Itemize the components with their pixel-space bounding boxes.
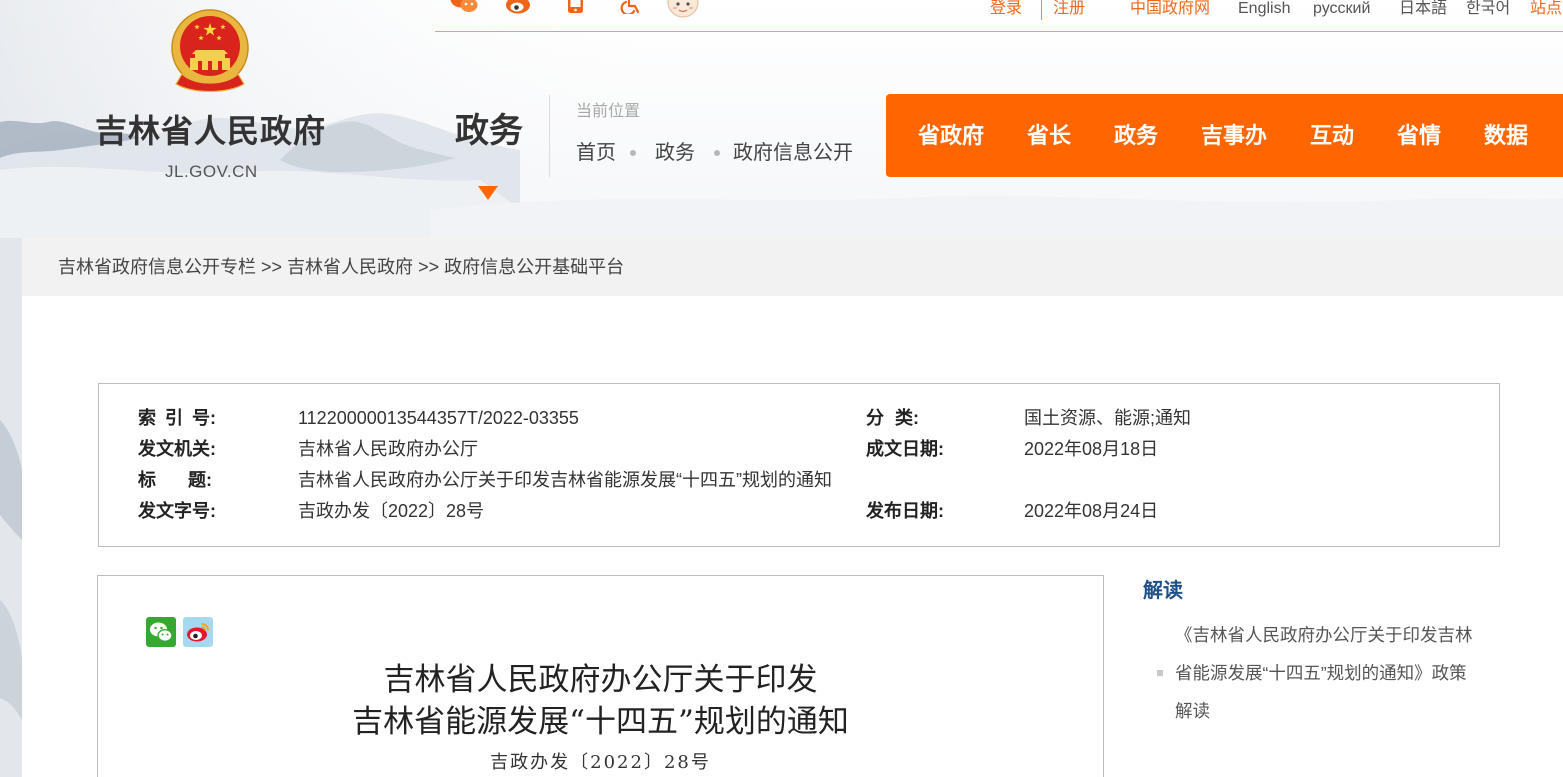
written-date-label: 成文日期: — [866, 439, 944, 459]
nav-item-province-info[interactable]: 省情 — [1397, 94, 1441, 177]
document-info-table: 索 引 号: 11220000013544357T/2022-03355 分 类… — [98, 383, 1500, 547]
nav-item-data[interactable]: 数据 — [1484, 94, 1528, 177]
location-label: 当前位置 — [576, 103, 641, 120]
article-document-number: 吉政办发〔2022〕28号 — [490, 752, 711, 773]
document-number-value: 吉政办发〔2022〕28号 — [298, 501, 485, 521]
language-russian-link[interactable]: русский — [1313, 0, 1370, 18]
nav-item-affairs[interactable]: 政务 — [1114, 94, 1158, 177]
site-nav-link[interactable]: 站点 — [1530, 0, 1562, 18]
location-current-link[interactable]: 政府信息公开 — [733, 140, 853, 166]
register-link[interactable]: 注册 — [1053, 0, 1085, 18]
index-number-value: 11220000013544357T/2022-03355 — [298, 408, 579, 428]
national-emblem-icon[interactable] — [168, 8, 252, 92]
breadcrumb-separator: >> — [418, 257, 440, 277]
elder-mode-icon[interactable] — [667, 0, 699, 18]
location-separator-dot — [714, 150, 720, 156]
wechat-icon[interactable] — [450, 0, 478, 14]
nav-item-government[interactable]: 省政府 — [918, 94, 984, 177]
publish-date-label: 发布日期: — [866, 501, 944, 521]
publish-date-value: 2022年08月24日 — [1024, 501, 1159, 521]
weibo-icon[interactable] — [505, 0, 533, 14]
issuing-agency-value: 吉林省人民政府办公厅 — [298, 439, 478, 459]
accessibility-icon[interactable] — [620, 0, 642, 14]
active-channel-indicator — [478, 186, 498, 200]
nav-item-interaction[interactable]: 互动 — [1310, 94, 1354, 177]
issuing-agency-label: 发文机关: — [138, 439, 216, 459]
top-bar-underline — [435, 31, 1563, 32]
weibo-share-icon[interactable] — [183, 617, 213, 647]
breadcrumb-link[interactable]: 吉林省政府信息公开专栏 — [58, 257, 256, 277]
nav-item-services[interactable]: 吉事办 — [1201, 94, 1267, 177]
breadcrumb-separator: >> — [261, 257, 283, 277]
interpretation-link[interactable]: 《吉林省人民政府办公厅关于印发吉林省能源发展“十四五”规划的通知》政策解读 — [1147, 616, 1477, 730]
interpretation-link-text: 《吉林省人民政府办公厅关于印发吉林省能源发展“十四五”规划的通知》政策解读 — [1175, 625, 1473, 721]
location-channel-link[interactable]: 政务 — [655, 140, 695, 166]
category-label: 分 类: — [866, 408, 919, 428]
language-japanese-link[interactable]: 日本語 — [1399, 0, 1447, 18]
breadcrumb: 吉林省政府信息公开专栏 >> 吉林省人民政府 >> 政府信息公开基础平台 — [22, 238, 1563, 296]
nav-item-governor[interactable]: 省长 — [1027, 94, 1071, 177]
title-value: 吉林省人民政府办公厅关于印发吉林省能源发展“十四五”规划的通知 — [298, 470, 832, 490]
article-title: 吉林省人民政府办公厅关于印发 吉林省能源发展“十四五”规划的通知 — [98, 659, 1103, 743]
written-date-value: 2022年08月18日 — [1024, 439, 1159, 459]
wechat-share-icon[interactable] — [146, 617, 176, 647]
article-title-line: 吉林省能源发展“十四五”规划的通知 — [352, 704, 849, 740]
location-home-link[interactable]: 首页 — [576, 140, 616, 166]
title-label: 标 题: — [138, 470, 212, 490]
category-value: 国土资源、能源;通知 — [1024, 408, 1192, 428]
header-divider — [549, 95, 550, 177]
article-title-line: 吉林省人民政府办公厅关于印发 — [383, 662, 818, 698]
document-number-label: 发文字号: — [138, 501, 216, 521]
breadcrumb-link[interactable]: 吉林省人民政府 — [287, 257, 413, 277]
gov-portal-link[interactable]: 中国政府网 — [1130, 0, 1210, 18]
interpretation-list: 《吉林省人民政府办公厅关于印发吉林省能源发展“十四五”规划的通知》政策解读 — [1147, 616, 1477, 730]
list-bullet — [1157, 670, 1163, 676]
language-english-link[interactable]: English — [1238, 0, 1290, 18]
site-domain: JL.GOV.CN — [165, 162, 258, 181]
site-name[interactable]: 吉林省人民政府 — [95, 110, 326, 152]
article-panel: 吉林省人民政府办公厅关于印发 吉林省能源发展“十四五”规划的通知 吉政办发〔20… — [97, 575, 1104, 777]
breadcrumb-link[interactable]: 政府信息公开基础平台 — [444, 257, 624, 277]
language-korean-link[interactable]: 한국어 — [1466, 0, 1510, 18]
mobile-icon[interactable] — [567, 0, 584, 14]
interpretation-heading: 解读 — [1143, 580, 1183, 602]
channel-title: 政务 — [455, 112, 523, 150]
location-separator-dot — [630, 150, 636, 156]
top-bar-divider — [1041, 0, 1042, 20]
index-number-label: 索 引 号: — [138, 408, 216, 428]
login-link[interactable]: 登录 — [990, 0, 1022, 18]
main-nav: 省政府 省长 政务 吉事办 互动 省情 数据 — [886, 94, 1563, 177]
